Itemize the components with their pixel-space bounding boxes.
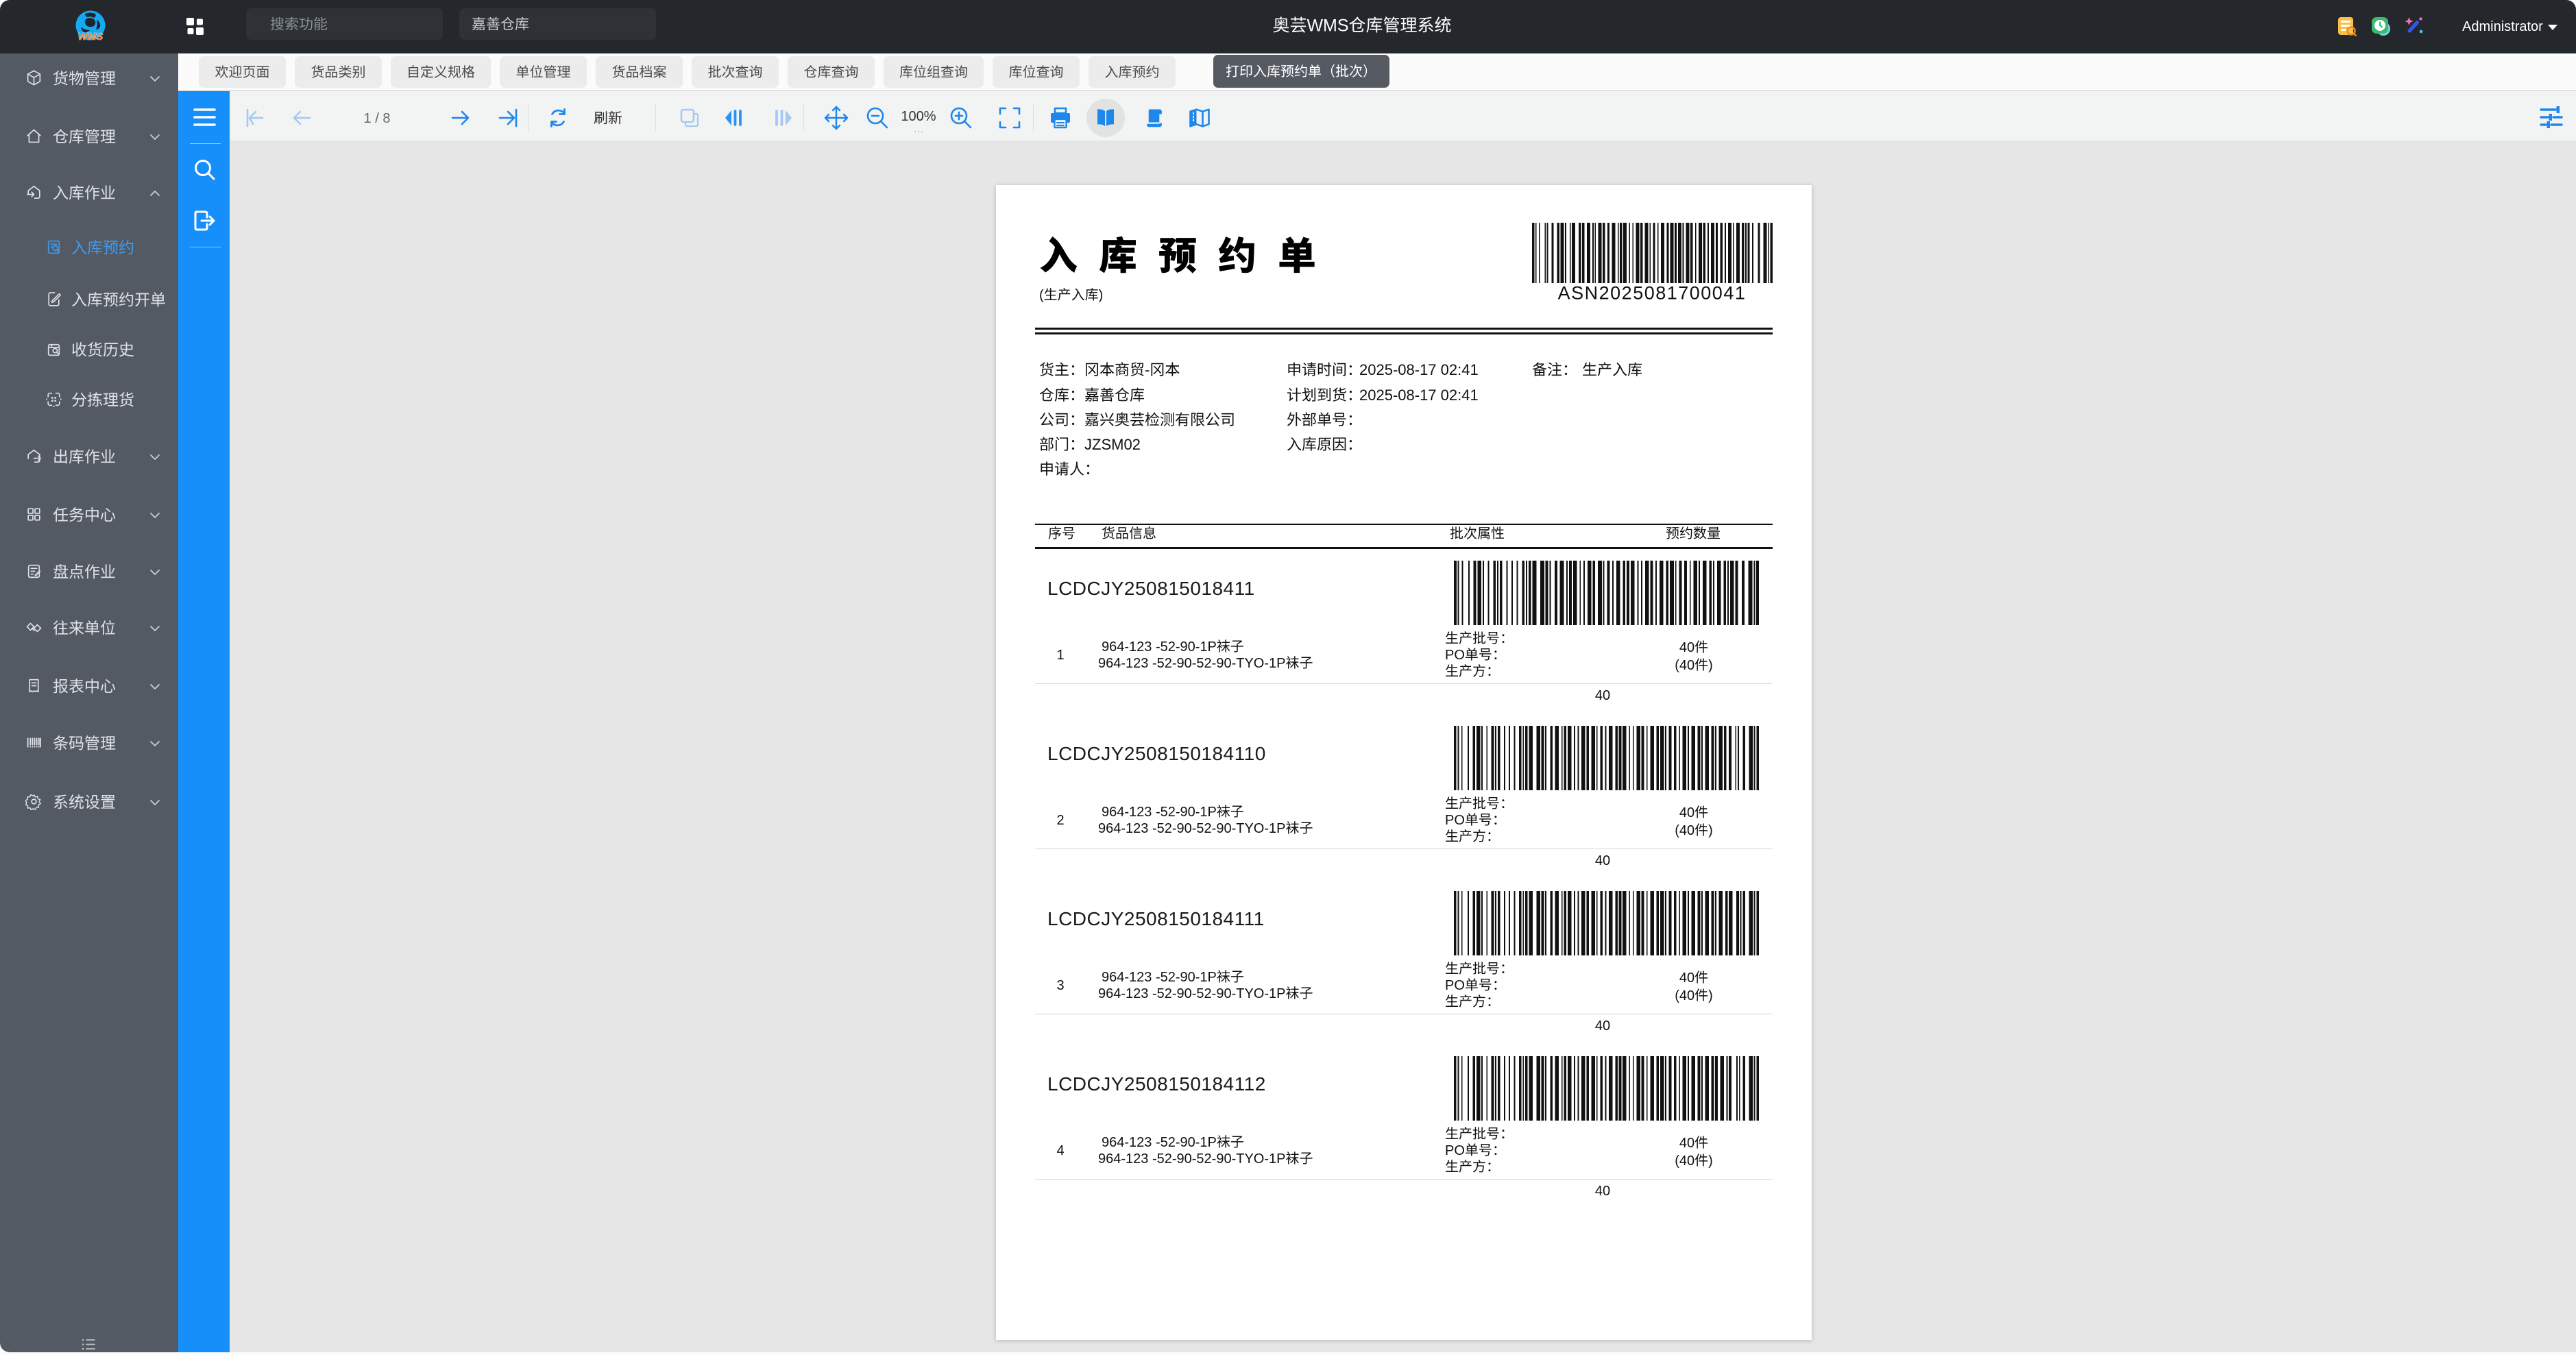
svg-text:WMS: WMS xyxy=(78,31,104,42)
